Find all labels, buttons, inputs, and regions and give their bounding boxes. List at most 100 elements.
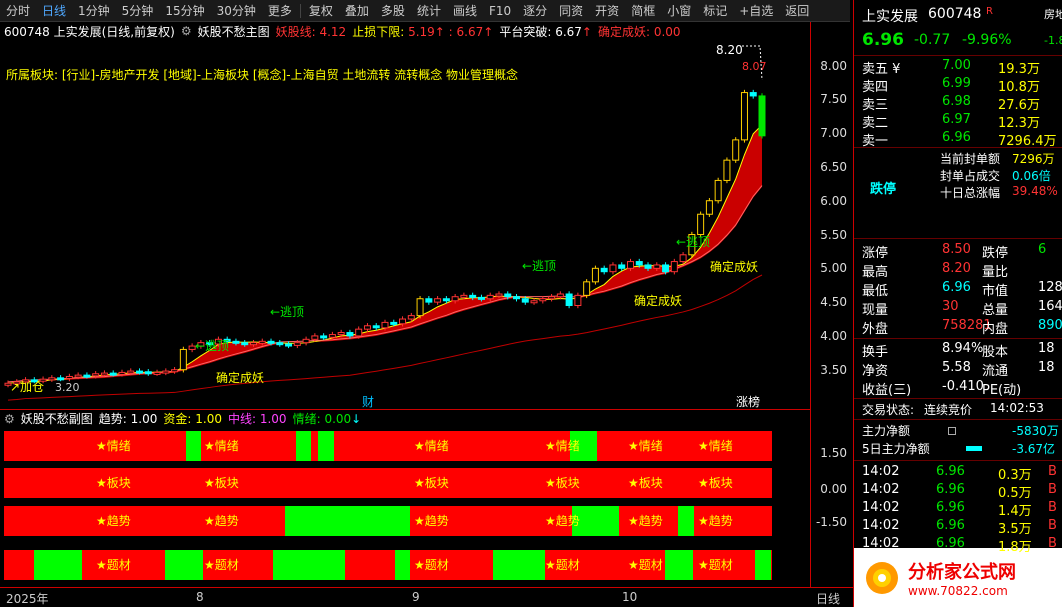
signal-label: ★板块 — [698, 476, 733, 490]
candle-body — [460, 294, 468, 298]
panel-row: 最高 8.20 量比 — [862, 261, 1058, 280]
panel-row: 14:02 6.96 0.3万 B — [862, 464, 1058, 483]
toolbar-item2-5[interactable]: F10 — [483, 0, 517, 22]
main-chart[interactable]: ←逃顶 ←逃顶 ←逃顶 ←逃顶 确定成妖 确定成妖 确定成妖 ↗加仓 3.20 8.20 8.07 财… — [0, 40, 810, 409]
signal-label: ★情绪 — [545, 439, 580, 453]
tick-time: 14:02 — [862, 536, 900, 551]
trade-status-label: 交易状态: — [862, 403, 915, 417]
toolbar-item-1[interactable]: 日线 — [36, 0, 72, 22]
candle-body — [513, 296, 521, 300]
stat-label-2: 总量 — [982, 303, 1009, 318]
candle-body — [136, 370, 144, 374]
high-price-label: 8.20 — [716, 43, 743, 57]
candle-body — [556, 293, 564, 298]
toolbar-item-6[interactable]: 更多 — [262, 0, 298, 22]
ask-label: 卖一 — [862, 134, 889, 149]
signal-label: ★板块 — [96, 476, 131, 490]
candle-body — [565, 293, 573, 306]
confirm-label: 确定成妖: — [597, 24, 651, 39]
toolbar-item-0[interactable]: 分时 — [0, 0, 36, 22]
toolbar-item2-6[interactable]: 逐分 — [517, 0, 553, 22]
flow2-label[interactable]: 5日主力净额 — [862, 440, 930, 457]
indicator-name[interactable]: 妖股不愁主图 — [198, 23, 270, 40]
stat-label-2: 市值 — [982, 284, 1009, 299]
signal-green-segment — [285, 506, 410, 536]
x-label-aug: 8 — [196, 590, 204, 604]
toolbar-item2-9[interactable]: 简框 — [625, 0, 661, 22]
flow1-icon[interactable] — [948, 427, 956, 435]
candle-body — [92, 373, 100, 377]
candle-body — [407, 315, 415, 320]
candle-body — [495, 293, 503, 297]
escape-label: ←逃顶 — [676, 235, 710, 249]
stock-code: 600748 — [928, 6, 982, 22]
candle-body — [469, 294, 477, 298]
signal-label: ★题材 — [628, 558, 663, 572]
stop-value: 5.19 — [408, 24, 435, 39]
period-label[interactable]: 日线 — [816, 590, 840, 607]
y-tick-sub: -1.50 — [815, 515, 847, 529]
toolbar-item-5[interactable]: 30分钟 — [211, 0, 262, 22]
candle-body — [758, 95, 766, 137]
sub-title[interactable]: 妖股不愁副图 — [21, 410, 93, 427]
panel-row: 14:02 6.96 3.5万 B — [862, 518, 1058, 537]
toolbar-item2-4[interactable]: 画线 — [447, 0, 483, 22]
sub-chart[interactable]: ★情绪 ★情绪 ★情绪 ★情绪 ★情绪 ★情绪 ★板块 ★板块 ★板块 ★板块 ★板块 ★板块 ★趋势 ★… — [0, 427, 810, 587]
flow1-label[interactable]: 主力净额 — [862, 422, 910, 439]
signal-label: ★趋势 — [96, 514, 131, 528]
trade-status-value: 连续竞价 — [924, 403, 973, 417]
rank-badge: 涨榜 — [736, 394, 760, 408]
toolbar-item-2[interactable]: 1分钟 — [72, 0, 116, 22]
toolbar-item2-1[interactable]: 叠加 — [339, 0, 375, 22]
candle-body — [48, 377, 56, 381]
candle-body — [539, 298, 547, 302]
ten-day-label: 十日总涨幅 — [940, 186, 1001, 200]
toolbar-item2-2[interactable]: 多股 — [375, 0, 411, 22]
confirm-label: 确定成妖 — [710, 259, 758, 274]
candle-body — [320, 335, 328, 339]
tick-volume: 3.5万 — [998, 522, 1032, 537]
ask-volume: 27.6万 — [998, 98, 1040, 113]
stop-value-2: : 6.67 — [448, 24, 484, 39]
y-tick-sub: 1.50 — [820, 446, 847, 460]
tick-price: 6.96 — [936, 536, 965, 551]
signal-label: ★趋势 — [545, 514, 580, 528]
mid-label: 中线: — [227, 412, 257, 426]
candle-body — [258, 340, 266, 344]
signal-label: ★板块 — [628, 476, 663, 490]
candle-body — [302, 338, 310, 344]
toolbar-item2-13[interactable]: 返回 — [779, 0, 815, 22]
confirm-label: 确定成妖 — [634, 293, 682, 308]
escape-label: ←逃顶 — [270, 305, 304, 319]
toolbar-divider — [299, 3, 301, 18]
toolbar-item2-3[interactable]: 统计 — [411, 0, 447, 22]
confirm-label: 确定成妖 — [216, 370, 264, 385]
sub-chart-header: ⚙ 妖股不愁副图 趋势: 1.00 资金: 1.00 中线: 1.00 情绪: … — [0, 409, 810, 427]
stat2-label: 收益(三) — [862, 383, 912, 398]
candle-body — [670, 261, 678, 273]
candle-body — [179, 348, 187, 371]
candle-body — [276, 342, 284, 346]
panel-row: 净资 5.58 流通 18 — [862, 360, 1058, 379]
ten-day-value: 39.48% — [1012, 184, 1058, 198]
y-tick: 6.00 — [820, 193, 847, 208]
stat2-value: -0.410 — [942, 379, 984, 394]
seal-ratio-value: 0.06倍 — [1012, 169, 1051, 183]
indicator-settings-icon[interactable]: ⚙ — [181, 24, 192, 38]
toolbar-item2-12[interactable]: +自选 — [733, 0, 779, 22]
toolbar-item2-8[interactable]: 开资 — [589, 0, 625, 22]
trend-value: 1.00 — [130, 412, 158, 426]
toolbar-item-3[interactable]: 5分钟 — [116, 0, 160, 22]
signal-label: ★情绪 — [96, 439, 131, 453]
toolbar-item2-0[interactable]: 复权 — [303, 0, 339, 22]
signal-bars: ★情绪 ★情绪 ★情绪 ★情绪 ★情绪 ★情绪 ★板块 ★板块 ★板块 ★板块 ★板块 ★板块 ★趋势 ★… — [4, 431, 772, 580]
toolbar-item2-7[interactable]: 同资 — [553, 0, 589, 22]
x-label-oct: 10 — [622, 590, 638, 604]
signal-label: ★板块 — [545, 476, 580, 490]
toolbar-item2-10[interactable]: 小窗 — [661, 0, 697, 22]
tick-volume: 1.4万 — [998, 504, 1032, 519]
toolbar-item2-11[interactable]: 标记 — [697, 0, 733, 22]
toolbar-item-4[interactable]: 15分钟 — [159, 0, 210, 22]
sub-settings-icon[interactable]: ⚙ — [4, 412, 15, 426]
signal-label: ★情绪 — [628, 439, 663, 453]
